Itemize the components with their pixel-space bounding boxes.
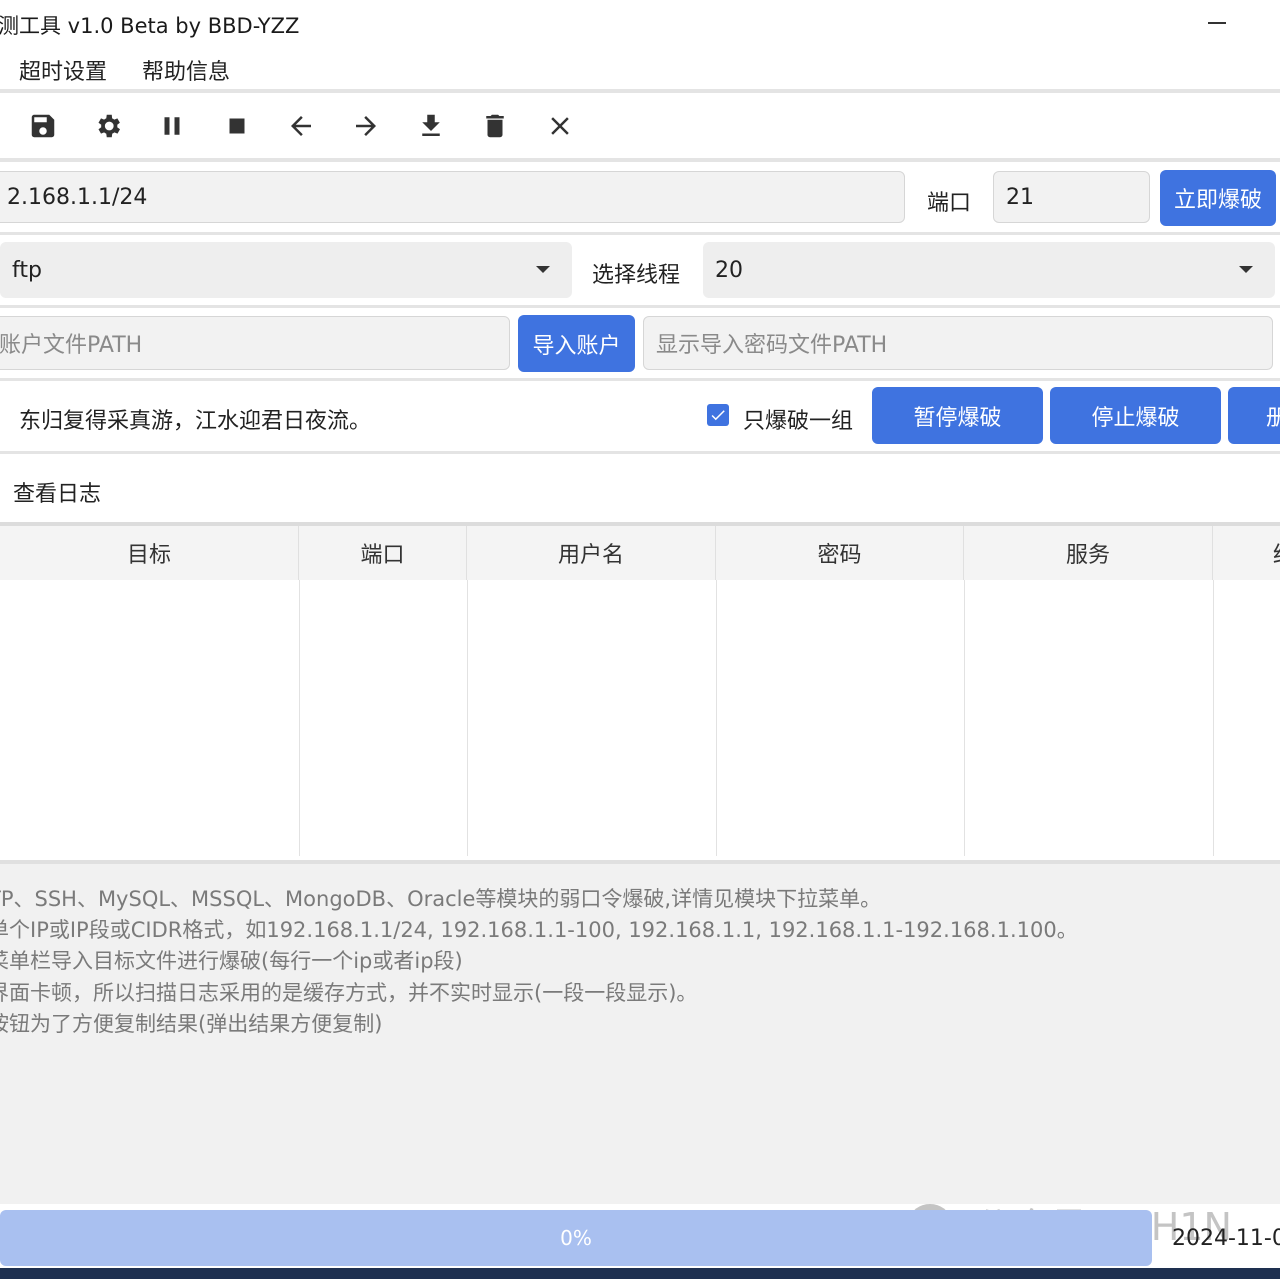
help-line: 界面卡顿，所以扫描日志采用的是缓存方式，并不实时显示(一段一段显示)。 (0, 981, 698, 1005)
poem-text: 东归复得采真游，江水迎君日夜流。 (19, 409, 372, 434)
taskbar-strip (0, 1268, 1280, 1279)
trash-icon[interactable] (477, 108, 513, 144)
view-log-tab[interactable]: 查看日志 (13, 476, 101, 508)
row-divider (0, 451, 1280, 454)
progress-text: 0% (560, 1226, 592, 1250)
download-icon[interactable] (413, 108, 449, 144)
arrow-right-icon[interactable] (348, 108, 384, 144)
checkmark-icon (711, 410, 725, 421)
row-divider (0, 305, 1280, 308)
partial-button[interactable]: 册 (1228, 387, 1280, 444)
import-account-button[interactable]: 导入账户 (518, 315, 635, 372)
column-header-target[interactable]: 目标 (0, 526, 299, 580)
chevron-down-icon (1239, 266, 1253, 273)
only-one-group-label: 只爆破一组 (743, 409, 854, 434)
column-divider (467, 580, 468, 856)
port-label: 端口 (927, 191, 972, 216)
gear-icon[interactable] (90, 108, 126, 144)
service-select-value: ftp (12, 257, 42, 283)
stop-icon[interactable] (219, 108, 255, 144)
column-header-result[interactable]: 结 (1213, 526, 1280, 580)
close-icon[interactable] (542, 108, 578, 144)
help-line: 单个IP或IP段或CIDR格式，如192.168.1.1/24, 192.168… (0, 918, 1078, 942)
menu-help-info[interactable]: 帮助信息 (142, 54, 230, 86)
only-one-group-checkbox[interactable] (707, 404, 729, 426)
port-input[interactable]: 21 (993, 171, 1150, 223)
column-header-password[interactable]: 密码 (716, 526, 964, 580)
menu-timeout-settings[interactable]: 超时设置 (19, 54, 107, 86)
status-date: 2024-11-0 (1172, 1226, 1280, 1251)
column-header-service[interactable]: 服务 (964, 526, 1213, 580)
thread-select-value: 20 (715, 257, 743, 283)
toolbar-divider (0, 158, 1280, 162)
password-file-path-input[interactable]: 显示导入密码文件PATH (643, 316, 1273, 370)
column-divider (964, 580, 965, 856)
column-header-username[interactable]: 用户名 (467, 526, 716, 580)
window-title: 测工具 v1.0 Beta by BBD-YZZ (0, 14, 300, 38)
pause-attack-button[interactable]: 暂停爆破 (872, 387, 1043, 444)
minimize-icon[interactable] (1208, 22, 1226, 24)
start-attack-button[interactable]: 立即爆破 (1160, 170, 1276, 226)
stop-attack-button[interactable]: 停止爆破 (1050, 387, 1221, 444)
user-file-path-input[interactable]: 账户文件PATH (0, 316, 510, 370)
column-divider (299, 580, 300, 856)
row-divider (0, 378, 1280, 381)
help-line: 菜单栏导入目标文件进行爆破(每行一个ip或者ip段) (0, 949, 463, 973)
pause-icon[interactable] (154, 108, 190, 144)
help-line: TP、SSH、MySQL、MSSQL、MongoDB、Oracle等模块的弱口令… (0, 887, 882, 911)
help-line: 按钮为了方便复制结果(弹出结果方便复制) (0, 1012, 383, 1036)
save-icon[interactable] (25, 108, 61, 144)
chevron-down-icon (536, 266, 550, 273)
column-divider (1213, 580, 1214, 856)
thread-select[interactable]: 20 (703, 242, 1275, 298)
thread-label: 选择线程 (592, 263, 681, 288)
column-divider (716, 580, 717, 856)
service-select[interactable]: ftp (0, 242, 572, 298)
target-input[interactable]: 2.168.1.1/24 (0, 171, 905, 223)
menu-divider (0, 89, 1280, 93)
column-header-port[interactable]: 端口 (299, 526, 467, 580)
arrow-left-icon[interactable] (283, 108, 319, 144)
row-divider (0, 232, 1280, 235)
